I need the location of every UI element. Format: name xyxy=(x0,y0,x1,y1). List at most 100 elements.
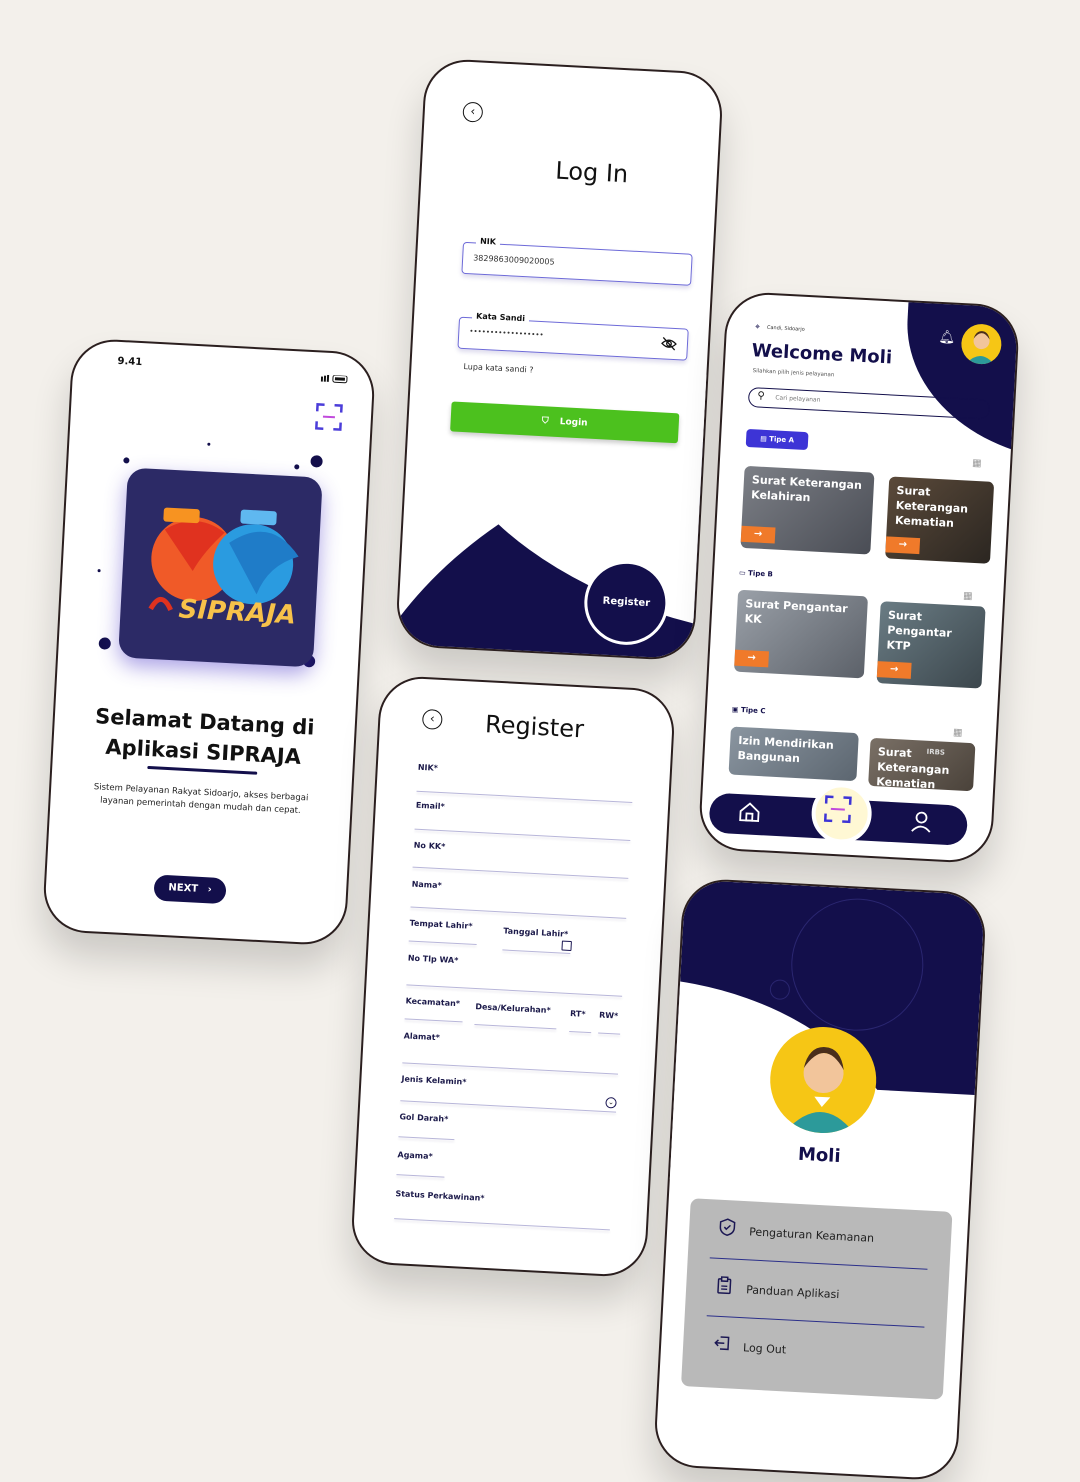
nik-label: NIK* xyxy=(418,763,439,773)
next-button[interactable]: NEXT › xyxy=(153,874,226,904)
shield-icon xyxy=(719,1218,738,1237)
nik-input[interactable] xyxy=(417,791,633,803)
service-card-kematian-2[interactable]: Surat Keterangan Kematian IRBS xyxy=(868,738,975,791)
no-kk-input[interactable] xyxy=(413,867,629,879)
bell-icon[interactable]: 🔔︎ xyxy=(938,330,955,346)
nik-field[interactable]: NIK 3829863009020005 xyxy=(461,242,692,286)
scan-icon xyxy=(815,786,861,832)
menu-item-security-label: Pengaturan Keamanan xyxy=(749,1225,875,1245)
agama-label: Agama* xyxy=(397,1150,433,1161)
shield-check-icon: ⛉ xyxy=(542,416,549,426)
register-button-label: Register xyxy=(602,596,650,609)
welcome-title: Welcome Moli xyxy=(751,340,892,368)
tipe-a-chip[interactable]: ▤ Tipe A xyxy=(746,429,809,450)
menu-item-logout[interactable]: Log Out xyxy=(704,1315,925,1384)
back-button[interactable]: ‹ xyxy=(422,709,443,730)
clipboard-icon xyxy=(716,1276,735,1295)
battery-icon xyxy=(321,368,351,378)
calendar-icon[interactable] xyxy=(561,941,572,952)
password-label: Kata Sandi xyxy=(472,311,529,323)
alamat-input[interactable] xyxy=(402,1062,618,1074)
email-label: Email* xyxy=(416,801,445,811)
service-card-kelahiran-label: Surat Keterangan Kelahiran xyxy=(751,473,862,504)
tipe-c-label: ▣ Tipe C xyxy=(732,706,766,716)
status-label: Status Perkawinan* xyxy=(395,1189,484,1203)
rt-input[interactable] xyxy=(569,1031,591,1033)
rw-label: RW* xyxy=(599,1011,619,1021)
decor-dot xyxy=(294,464,299,469)
status-input[interactable] xyxy=(394,1218,610,1230)
splash-screen: 9.41 SIPRAJA Selamat Datang di Aplikasi … xyxy=(42,337,377,946)
service-card-kk[interactable]: Surat Pengantar KK → xyxy=(734,590,868,679)
location-pin-icon: ⌖ xyxy=(755,322,761,332)
profile-screen: Moli Pengaturan Keamanan Panduan Aplikas… xyxy=(653,877,987,1481)
kecamatan-input[interactable] xyxy=(405,1018,463,1022)
profile-menu: Pengaturan Keamanan Panduan Aplikasi Log… xyxy=(681,1198,952,1399)
logo-card: SIPRAJA xyxy=(118,468,323,668)
grid-icon[interactable]: ▦ xyxy=(972,458,982,469)
search-icon: ⚲ xyxy=(757,390,765,401)
gol-darah-input[interactable] xyxy=(398,1136,454,1140)
home-icon[interactable] xyxy=(737,800,762,829)
welcome-subtitle: Silahkan pilih jenis pelayanan xyxy=(752,368,834,378)
register-screen: ‹ Register NIK* Email* No KK* Nama* Temp… xyxy=(350,675,676,1279)
status-time: 9.41 xyxy=(117,356,142,368)
menu-item-guide-label: Panduan Aplikasi xyxy=(746,1283,840,1301)
home-screen: ⌖ Candi, Sidoarjo Welcome Moli Silahkan … xyxy=(698,291,1021,865)
profile-icon[interactable] xyxy=(908,809,933,838)
alamat-label: Alamat* xyxy=(404,1031,440,1042)
register-title: Register xyxy=(484,710,584,743)
decor-dot xyxy=(310,455,323,468)
jenis-kelamin-label: Jenis Kelamin* xyxy=(401,1074,466,1086)
password-field[interactable]: Kata Sandi •••••••••••••••••• xyxy=(457,317,688,361)
nik-value: 3829863009020005 xyxy=(473,253,555,266)
grid-icon[interactable]: ▦ xyxy=(963,590,973,601)
tipe-b-text: Tipe B xyxy=(748,569,773,578)
tipe-a-label: Tipe A xyxy=(769,435,794,444)
service-card-kelahiran[interactable]: Surat Keterangan Kelahiran → xyxy=(740,466,874,555)
kecamatan-label: Kecamatan* xyxy=(405,996,460,1008)
service-card-imb-label: Izin Mendirikan Bangunan xyxy=(737,734,834,765)
chevron-down-icon[interactable]: ⌄ xyxy=(605,1097,617,1109)
no-tlp-input[interactable] xyxy=(406,984,622,996)
welcome-title: Selamat Datang di Aplikasi SIPRAJA xyxy=(73,700,336,774)
desa-input[interactable] xyxy=(474,1024,556,1029)
desa-label: Desa/Kelurahan* xyxy=(475,1002,551,1015)
email-input[interactable] xyxy=(415,829,631,841)
nama-label: Nama* xyxy=(411,880,441,891)
logo-text: SIPRAJA xyxy=(178,594,297,630)
service-card-imb[interactable]: Izin Mendirikan Bangunan xyxy=(729,727,859,782)
decor-dot xyxy=(98,637,111,650)
tipe-c-text: Tipe C xyxy=(741,706,766,715)
no-kk-label: No KK* xyxy=(414,841,446,852)
menu-item-logout-label: Log Out xyxy=(743,1341,787,1356)
service-card-ktp[interactable]: Surat Pengantar KTP → xyxy=(876,601,985,688)
no-tlp-label: No Tlp WA* xyxy=(408,953,459,965)
tipe-b-label: ▭ Tipe B xyxy=(739,569,773,579)
scan-icon[interactable] xyxy=(314,402,343,431)
welcome-subtitle: Sistem Pelayanan Rakyat Sidoarjo, akses … xyxy=(80,781,321,820)
next-button-label: NEXT xyxy=(168,882,198,895)
eye-off-icon[interactable] xyxy=(660,335,677,355)
back-button[interactable]: ‹ xyxy=(462,102,483,123)
login-title: Log In xyxy=(521,155,662,190)
logout-icon xyxy=(713,1334,732,1353)
service-card-ktp-label: Surat Pengantar KTP xyxy=(886,609,952,653)
arrow-right-icon: → xyxy=(885,536,920,554)
grid-icon[interactable]: ▦ xyxy=(953,727,963,738)
jenis-kelamin-select[interactable] xyxy=(400,1100,616,1112)
sipraja-logo-icon xyxy=(118,468,323,668)
agama-input[interactable] xyxy=(396,1174,444,1178)
login-button-label: Login xyxy=(559,417,587,428)
service-card-kematian-label: Surat Keterangan Kematian xyxy=(895,484,969,530)
nama-input[interactable] xyxy=(410,907,626,919)
service-card-kematian[interactable]: Surat Keterangan Kematian → xyxy=(885,476,994,563)
tanggal-lahir-input[interactable] xyxy=(502,949,570,954)
search-placeholder: Cari pelayanan xyxy=(775,394,821,403)
arrow-right-icon: → xyxy=(734,650,769,668)
nik-label: NIK xyxy=(476,236,500,246)
tanggal-lahir-label: Tanggal Lahir* xyxy=(503,926,568,938)
rw-input[interactable] xyxy=(598,1033,620,1035)
tempat-lahir-input[interactable] xyxy=(409,940,477,945)
location-text: Candi, Sidoarjo xyxy=(767,325,805,333)
